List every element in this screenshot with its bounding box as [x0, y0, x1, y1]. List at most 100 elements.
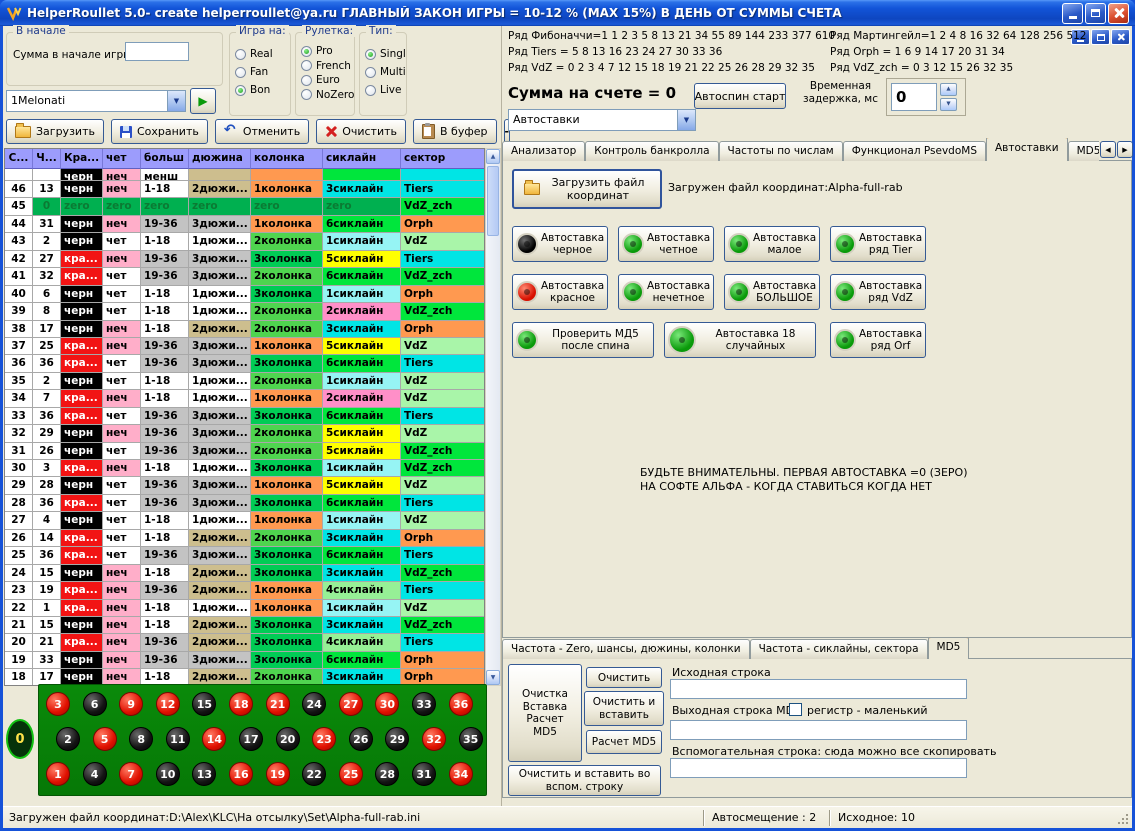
scroll-up-button[interactable]: ▲ — [486, 149, 500, 164]
tab-scroll-left-button[interactable]: ◀ — [1100, 141, 1116, 158]
table-row[interactable]: 2415черннеч1-182дюжи...3колонка3сиклайнV… — [5, 565, 484, 582]
table-row[interactable]: 2536кра...чет19-363дюжи...3колонка6сикла… — [5, 547, 484, 564]
table-partial-row[interactable]: черннечменш — [5, 169, 484, 181]
roulette-number-3[interactable]: 3 — [46, 692, 70, 716]
table-row[interactable]: 2115черннеч1-182дюжи...3колонка3сиклайнV… — [5, 617, 484, 634]
roulette-number-27[interactable]: 27 — [339, 692, 363, 716]
radio-nozero[interactable]: NoZero — [301, 88, 353, 103]
mdi-restore-button[interactable] — [1091, 29, 1110, 45]
autobet-odd-button[interactable]: Автоставка нечетное — [618, 274, 714, 310]
tab-freq-zero-chances[interactable]: Частота - Zero, шансы, дюжины, колонки — [502, 639, 750, 659]
table-row[interactable]: 3725кра...неч19-363дюжи...1колонка5сикла… — [5, 338, 484, 355]
table-row[interactable]: 4613черннеч1-182дюжи...1колонка3сиклайнT… — [5, 181, 484, 198]
table-row[interactable]: 432чернчет1-181дюжи...2колонка1сиклайнVd… — [5, 233, 484, 250]
radio-fan[interactable]: Fan — [235, 63, 289, 81]
table-row[interactable]: 406чернчет1-181дюжи...3колонка1сиклайнOr… — [5, 286, 484, 303]
spin-up-button[interactable]: ▲ — [940, 83, 957, 96]
table-row[interactable]: 398чернчет1-181дюжи...2колонка2сиклайнVd… — [5, 303, 484, 320]
table-row[interactable]: 4132кра...чет19-363дюжи...2колонка6сикла… — [5, 268, 484, 285]
autobet-red-button[interactable]: Автоставка красное — [512, 274, 608, 310]
table-row[interactable]: 221кра...неч1-181дюжи...1колонка1сиклайн… — [5, 600, 484, 617]
autobet-mode-select[interactable]: Автоставки ▼ — [508, 109, 696, 131]
radio-bon[interactable]: Bon — [235, 81, 289, 99]
table-row[interactable]: 2836кра...чет19-363дюжи...3колонка6сикла… — [5, 495, 484, 512]
lowercase-register-checkbox[interactable] — [789, 703, 802, 716]
roulette-number-6[interactable]: 6 — [83, 692, 107, 716]
clear-button[interactable]: Очистить — [316, 119, 406, 144]
roulette-number-10[interactable]: 10 — [156, 762, 180, 786]
table-row[interactable]: 352чернчет1-181дюжи...2колонка1сиклайнVd… — [5, 373, 484, 390]
radio-euro[interactable]: Euro — [301, 73, 353, 88]
roulette-number-17[interactable]: 17 — [239, 727, 263, 751]
roulette-number-2[interactable]: 2 — [56, 727, 80, 751]
check-md5-after-spin-button[interactable]: Проверить МД5 после спина — [512, 322, 654, 358]
source-string-input[interactable] — [670, 679, 967, 699]
roulette-number-19[interactable]: 19 — [266, 762, 290, 786]
load-button[interactable]: Загрузить — [6, 119, 104, 144]
tab-freq-sixlines-sectors[interactable]: Частота - сиклайны, сектора — [750, 639, 928, 659]
roulette-number-12[interactable]: 12 — [156, 692, 180, 716]
roulette-number-36[interactable]: 36 — [449, 692, 473, 716]
roulette-number-20[interactable]: 20 — [276, 727, 300, 751]
tab-md5-calc[interactable]: MD5 — [928, 638, 970, 659]
roulette-number-35[interactable]: 35 — [459, 727, 483, 751]
radio-multi[interactable]: Multi — [365, 63, 405, 81]
table-row[interactable]: 3229черннеч19-363дюжи...2колонка5сиклайн… — [5, 425, 484, 442]
chevron-down-icon[interactable]: ▼ — [167, 91, 185, 111]
table-scrollbar[interactable]: ▲ ▼ — [485, 148, 501, 686]
chevron-down-icon[interactable]: ▼ — [677, 110, 695, 130]
autobet-small-button[interactable]: Автоставка малое — [724, 226, 820, 262]
table-row[interactable]: 1933черннеч19-363дюжи...3колонка6сиклайн… — [5, 652, 484, 669]
roulette-number-31[interactable]: 31 — [412, 762, 436, 786]
tab-number-frequencies[interactable]: Частоты по числам — [719, 141, 843, 161]
autobet-big-button[interactable]: Автоставка БОЛЬШОЕ — [724, 274, 820, 310]
autobet-even-button[interactable]: Автоставка четное — [618, 226, 714, 262]
resize-grip[interactable] — [1117, 813, 1129, 825]
autobet-18-random-button[interactable]: Автоставка 18 случайных — [664, 322, 816, 358]
roulette-number-8[interactable]: 8 — [129, 727, 153, 751]
spin-down-button[interactable]: ▼ — [940, 98, 957, 111]
roulette-number-22[interactable]: 22 — [302, 762, 326, 786]
table-row[interactable]: 2614кра...чет1-182дюжи...2колонка3сиклай… — [5, 530, 484, 547]
md5-output-input[interactable] — [670, 720, 967, 740]
roulette-number-4[interactable]: 4 — [83, 762, 107, 786]
roulette-number-9[interactable]: 9 — [119, 692, 143, 716]
delay-input[interactable] — [891, 83, 937, 111]
tab-scroll-right-button[interactable]: ▶ — [1117, 141, 1133, 158]
roulette-number-21[interactable]: 21 — [266, 692, 290, 716]
table-row[interactable]: 450zerozerozerozerozerozeroVdZ_zch — [5, 198, 484, 215]
table-row[interactable]: 2319кра...неч19-362дюжи...1колонка4сикла… — [5, 582, 484, 599]
autobet-tier-row-button[interactable]: Автоставка ряд Tier — [830, 226, 926, 262]
table-row[interactable]: 4227кра...неч19-363дюжи...3колонка5сикла… — [5, 251, 484, 268]
md5-clear-paste-aux-button[interactable]: Очистить и вставить во вспом. строку — [508, 765, 661, 796]
profile-select[interactable]: 1Melonati ▼ — [6, 90, 186, 112]
roulette-number-16[interactable]: 16 — [229, 762, 253, 786]
scroll-down-button[interactable]: ▼ — [486, 670, 500, 685]
autospin-start-button[interactable]: Автоспин старт — [694, 83, 786, 109]
radio-pro[interactable]: Pro — [301, 44, 353, 59]
minimize-button[interactable] — [1062, 3, 1083, 24]
roulette-number-32[interactable]: 32 — [422, 727, 446, 751]
table-row[interactable]: 2928чернчет19-363дюжи...1колонка5сиклайн… — [5, 477, 484, 494]
radio-real[interactable]: Real — [235, 45, 289, 63]
table-row[interactable]: 4431черннеч19-363дюжи...1колонка6сиклайн… — [5, 216, 484, 233]
mdi-close-button[interactable] — [1111, 29, 1130, 45]
roulette-number-33[interactable]: 33 — [412, 692, 436, 716]
md5-calc-button[interactable]: Расчет MD5 — [586, 730, 662, 754]
load-coordinates-button[interactable]: Загрузить файл координат — [512, 169, 662, 209]
roulette-number-0[interactable]: 0 — [6, 719, 34, 759]
table-header-row[interactable]: С...Ч...Кра...четбольшдюжинаколонкасикла… — [5, 149, 484, 169]
table-row[interactable]: 2021кра...неч19-362дюжи...3колонка4сикла… — [5, 634, 484, 651]
table-row[interactable]: 303кра...неч1-181дюжи...3колонка1сиклайн… — [5, 460, 484, 477]
roulette-number-25[interactable]: 25 — [339, 762, 363, 786]
table-row[interactable]: 3336кра...чет19-363дюжи...3колонка6сикла… — [5, 408, 484, 425]
save-button[interactable]: Сохранить — [111, 119, 208, 144]
aux-string-input[interactable] — [670, 758, 967, 778]
tab-psevdoms[interactable]: Функционал PsevdoMS — [843, 141, 986, 161]
roulette-number-23[interactable]: 23 — [312, 727, 336, 751]
tab-autobets[interactable]: Автоставки — [986, 138, 1068, 161]
table-row[interactable]: 347кра...неч1-181дюжи...1колонка2сиклайн… — [5, 390, 484, 407]
roulette-number-7[interactable]: 7 — [119, 762, 143, 786]
run-profile-button[interactable]: ▶ — [190, 88, 216, 114]
radio-singl[interactable]: Singl — [365, 45, 405, 63]
